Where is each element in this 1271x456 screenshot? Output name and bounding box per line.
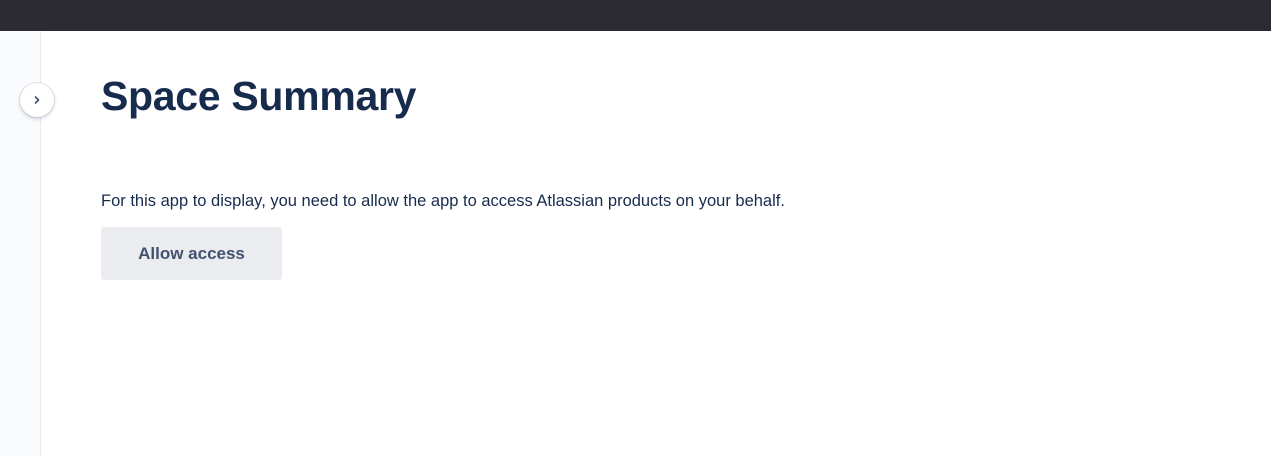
page: Space Summary For this app to display, y… bbox=[0, 0, 1271, 456]
top-navigation-bar bbox=[0, 0, 1271, 31]
expand-sidebar-button[interactable] bbox=[20, 83, 54, 117]
allow-access-button[interactable]: Allow access bbox=[101, 227, 282, 280]
chevron-right-icon bbox=[32, 95, 42, 105]
access-message: For this app to display, you need to all… bbox=[101, 192, 785, 210]
page-title: Space Summary bbox=[101, 73, 417, 119]
